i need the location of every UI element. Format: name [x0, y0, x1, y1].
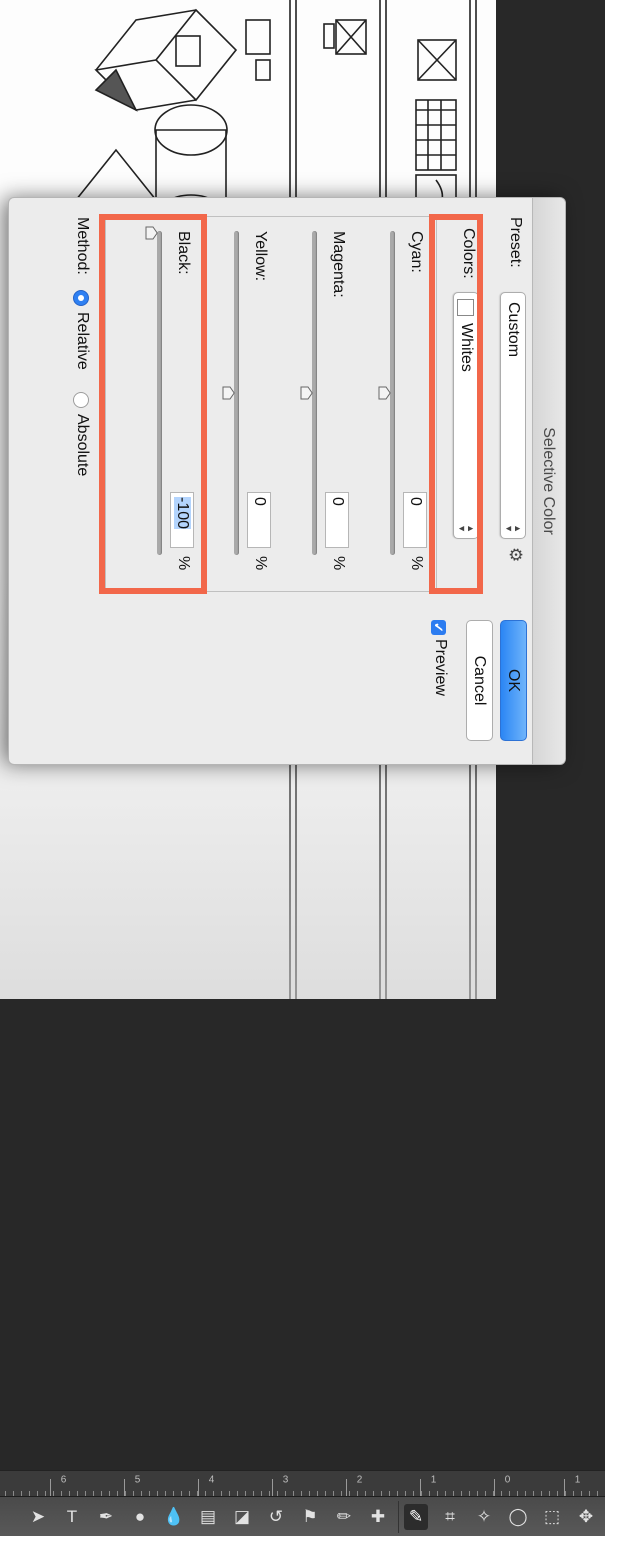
dialog-titlebar[interactable]: Selective Color: [532, 198, 565, 764]
ruler-tick: [124, 1479, 125, 1497]
history-brush-icon[interactable]: ↺: [264, 1504, 288, 1530]
eyedropper-icon[interactable]: ✎: [404, 1504, 428, 1530]
relative-label: Relative: [74, 312, 91, 370]
clone-stamp-icon[interactable]: ⚑: [298, 1504, 322, 1530]
colors-highlight-box: [429, 214, 483, 594]
magenta-percent: %: [330, 556, 347, 571]
black-highlight-box: [99, 214, 207, 594]
path-selection-icon[interactable]: ➤: [26, 1504, 50, 1530]
cyan-percent: %: [408, 556, 425, 571]
ruler-number: 1: [574, 1474, 581, 1486]
tools-bar: ✥ ⬚ ◯ ✧ ⌗ ✎ ✚ ✏ ⚑ ↺ ◪ ▤ 💧 ● ✒ T ➤: [0, 1496, 605, 1536]
selective-color-dialog: Selective Color Preset: Custom ▲ ▼ ⚙ OK C…: [9, 198, 565, 764]
cyan-value-input[interactable]: 0: [403, 492, 427, 548]
ruler-number: 5: [134, 1474, 141, 1486]
preset-label: Preset:: [507, 217, 524, 268]
preview-checkbox[interactable]: ✓: [431, 620, 446, 635]
screenshot-stage: 1 0 1 2 3 4 5 6 ✥ ⬚ ◯ ✧ ⌗ ✎ ✚ ✏ ⚑ ↺ ◪ ▤ …: [0, 0, 617, 1552]
ruler-number: 4: [208, 1474, 215, 1486]
pen-icon[interactable]: ✒: [94, 1504, 118, 1530]
rotated-view: 1 0 1 2 3 4 5 6 ✥ ⬚ ◯ ✧ ⌗ ✎ ✚ ✏ ⚑ ↺ ◪ ▤ …: [0, 0, 617, 1552]
brush-icon[interactable]: ✏: [332, 1504, 356, 1530]
eraser-icon[interactable]: ◪: [230, 1504, 254, 1530]
relative-radio[interactable]: [73, 290, 89, 306]
magenta-value: 0: [329, 497, 346, 506]
ruler-tick: [564, 1479, 565, 1497]
dialog-title: Selective Color: [540, 427, 557, 535]
rectangle-marquee-icon[interactable]: ⬚: [540, 1504, 564, 1530]
yellow-label: Yellow:: [252, 231, 269, 282]
lasso-icon[interactable]: ◯: [506, 1504, 530, 1530]
ruler-tick: [420, 1479, 421, 1497]
cancel-button[interactable]: Cancel: [466, 620, 493, 741]
yellow-value: 0: [251, 497, 268, 506]
absolute-radio[interactable]: [73, 392, 89, 408]
ruler-number: 3: [282, 1474, 289, 1486]
ruler-number: 0: [504, 1474, 511, 1486]
yellow-value-input[interactable]: 0: [247, 492, 271, 548]
tools-divider: [398, 1501, 399, 1533]
ruler: 1 0 1 2 3 4 5 6: [0, 1470, 605, 1497]
gear-icon[interactable]: ⚙: [505, 547, 525, 562]
ruler-tick: [50, 1479, 51, 1497]
ruler-number: 2: [356, 1474, 363, 1486]
preset-value: Custom: [505, 302, 522, 358]
magenta-label: Magenta:: [330, 231, 347, 298]
photoshop-workspace: 1 0 1 2 3 4 5 6 ✥ ⬚ ◯ ✧ ⌗ ✎ ✚ ✏ ⚑ ↺ ◪ ▤ …: [0, 0, 605, 1536]
ruler-tick: [272, 1479, 273, 1497]
cyan-label: Cyan:: [408, 231, 425, 273]
ruler-tick: [198, 1479, 199, 1497]
healing-brush-icon[interactable]: ✚: [366, 1504, 390, 1530]
move-tool-icon[interactable]: ✥: [574, 1504, 598, 1530]
magic-wand-icon[interactable]: ✧: [472, 1504, 496, 1530]
dropdown-arrows-icon: ▲ ▼: [504, 524, 523, 533]
ruler-tick: [494, 1479, 495, 1497]
ruler-tick: [346, 1479, 347, 1497]
absolute-label: Absolute: [74, 414, 91, 477]
gradient-icon[interactable]: ▤: [196, 1504, 220, 1530]
preview-label: Preview: [432, 639, 449, 696]
ruler-number: 6: [60, 1474, 67, 1486]
magenta-value-input[interactable]: 0: [325, 492, 349, 548]
ok-button[interactable]: OK: [500, 620, 527, 741]
type-icon[interactable]: T: [60, 1504, 84, 1530]
blur-icon[interactable]: 💧: [162, 1504, 186, 1530]
dodge-icon[interactable]: ●: [128, 1504, 152, 1530]
method-label: Method:: [74, 217, 91, 275]
preset-dropdown[interactable]: Custom ▲ ▼: [500, 292, 526, 539]
ruler-number: 1: [430, 1474, 437, 1486]
cyan-value: 0: [407, 497, 424, 506]
yellow-percent: %: [252, 556, 269, 571]
crop-icon[interactable]: ⌗: [438, 1504, 462, 1530]
